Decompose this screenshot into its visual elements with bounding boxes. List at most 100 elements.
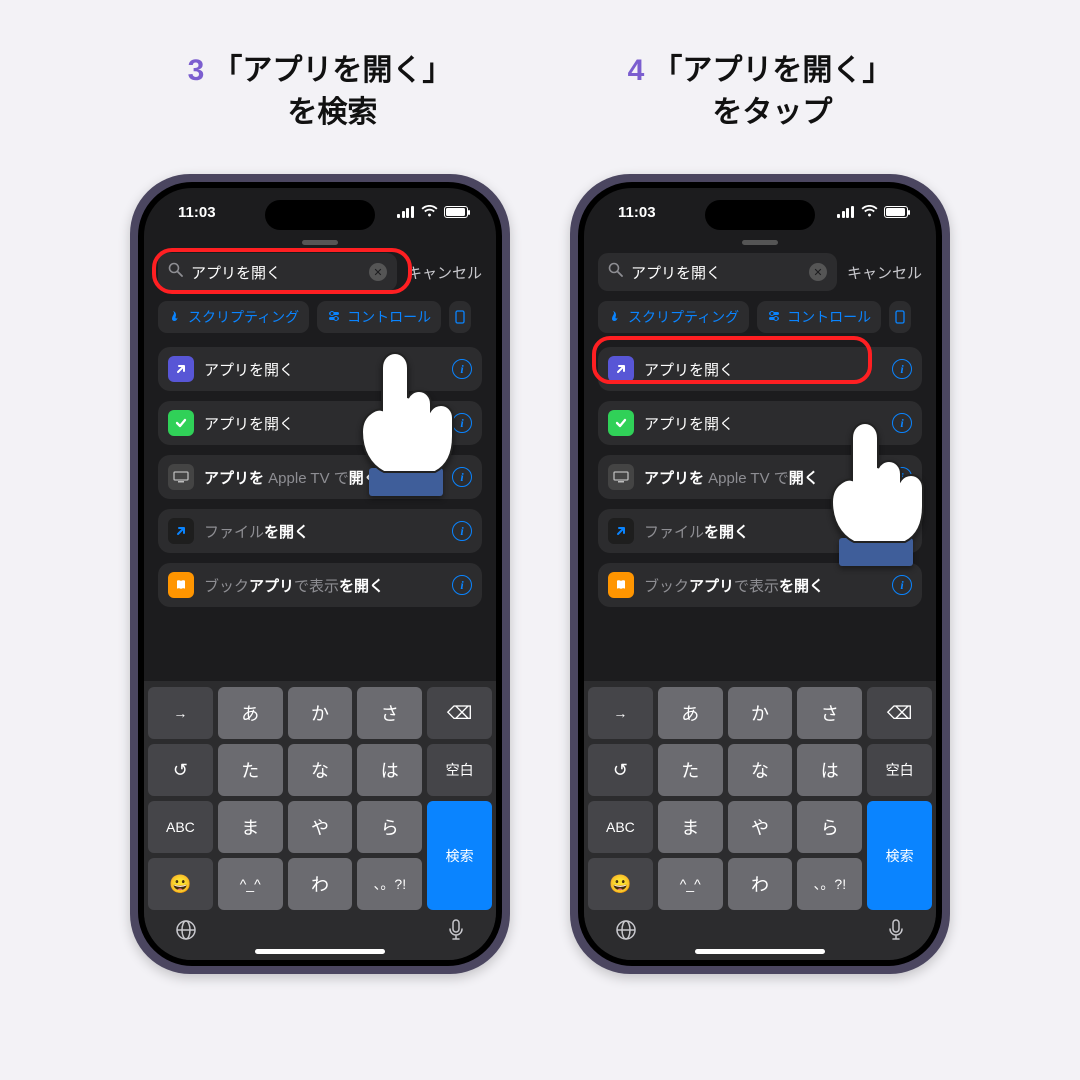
key-kaomoji[interactable]: ^_^	[658, 858, 723, 910]
info-icon[interactable]: i	[892, 521, 912, 541]
info-icon[interactable]: i	[452, 359, 472, 379]
key-sa[interactable]: さ	[797, 687, 862, 739]
key-ra[interactable]: ら	[357, 801, 422, 853]
info-icon[interactable]: i	[452, 413, 472, 433]
status-time: 11:03	[178, 204, 216, 221]
chip-more[interactable]	[889, 301, 911, 333]
result-open-app[interactable]: アプリを開く i	[598, 347, 922, 391]
keyboard: → あ か さ ⌫ ↺ た な は 空白 ABC ま や ら 検索 😀	[144, 681, 496, 960]
status-time: 11:03	[618, 204, 656, 221]
result-appletv[interactable]: アプリを Apple TV で開く i	[598, 455, 922, 499]
key-ta[interactable]: た	[658, 744, 723, 796]
key-a[interactable]: あ	[658, 687, 723, 739]
search-icon	[608, 262, 623, 282]
clear-icon[interactable]: ✕	[809, 263, 827, 281]
results-list: アプリを開く i アプリを開く i アプリを Apple TV で開く	[584, 347, 936, 607]
key-a[interactable]: あ	[218, 687, 283, 739]
search-input[interactable]: アプリを開く ✕	[158, 253, 397, 291]
key-ma[interactable]: ま	[658, 801, 723, 853]
key-abc[interactable]: ABC	[148, 801, 213, 853]
key-space[interactable]: 空白	[427, 744, 492, 796]
info-icon[interactable]: i	[892, 467, 912, 487]
result-books[interactable]: ブックアプリで表示を開く i	[158, 563, 482, 607]
key-ha[interactable]: は	[797, 744, 862, 796]
home-indicator[interactable]	[255, 949, 385, 954]
books-icon	[168, 572, 194, 598]
key-na[interactable]: な	[728, 744, 793, 796]
appletv-icon	[168, 464, 194, 490]
info-icon[interactable]: i	[892, 359, 912, 379]
key-space[interactable]: 空白	[867, 744, 932, 796]
chip-more[interactable]	[449, 301, 471, 333]
search-input[interactable]: アプリを開く ✕	[598, 253, 837, 291]
result-open-file[interactable]: ファイルを開く i	[158, 509, 482, 553]
cancel-button[interactable]: キャンセル	[407, 262, 482, 283]
key-search[interactable]: 検索	[867, 801, 932, 910]
mic-icon[interactable]	[446, 918, 466, 948]
key-ra[interactable]: ら	[797, 801, 862, 853]
phone-frame: 11:03 アプリを開く ✕ キ	[130, 174, 510, 974]
key-abc[interactable]: ABC	[588, 801, 653, 853]
mic-icon[interactable]	[886, 918, 906, 948]
step-number: 3	[188, 50, 205, 92]
chip-label: スクリプティング	[188, 307, 299, 327]
key-ka[interactable]: か	[288, 687, 353, 739]
signal-icon	[837, 206, 855, 218]
chip-label: コントロール	[347, 307, 431, 327]
key-delete[interactable]: ⌫	[867, 687, 932, 739]
caption-line: 「アプリを開く」	[652, 50, 892, 92]
key-ta[interactable]: た	[218, 744, 283, 796]
key-punct[interactable]: 、。?!	[357, 858, 422, 910]
chip-control[interactable]: コントロール	[757, 301, 881, 333]
chip-label: コントロール	[787, 307, 871, 327]
result-open-app-alt[interactable]: アプリを開く i	[598, 401, 922, 445]
clear-icon[interactable]: ✕	[369, 263, 387, 281]
key-delete[interactable]: ⌫	[427, 687, 492, 739]
battery-icon	[444, 206, 468, 218]
globe-icon[interactable]	[614, 918, 638, 948]
chip-control[interactable]: コントロール	[317, 301, 441, 333]
cancel-button[interactable]: キャンセル	[847, 262, 922, 283]
phone-frame: 11:03 アプリを開く ✕ キャンセル	[570, 174, 950, 974]
info-icon[interactable]: i	[892, 575, 912, 595]
key-arrow[interactable]: →	[148, 687, 213, 739]
result-open-app-alt[interactable]: アプリを開く i	[158, 401, 482, 445]
key-emoji[interactable]: 😀	[588, 858, 653, 910]
key-emoji[interactable]: 😀	[148, 858, 213, 910]
key-ya[interactable]: や	[288, 801, 353, 853]
key-kaomoji[interactable]: ^_^	[218, 858, 283, 910]
key-search[interactable]: 検索	[427, 801, 492, 910]
key-punct[interactable]: 、。?!	[797, 858, 862, 910]
open-app-icon	[608, 356, 634, 382]
scripting-icon	[168, 309, 182, 326]
key-ka[interactable]: か	[728, 687, 793, 739]
result-open-app[interactable]: アプリを開く i	[158, 347, 482, 391]
info-icon[interactable]: i	[452, 575, 472, 595]
key-wa[interactable]: わ	[728, 858, 793, 910]
result-appletv[interactable]: アプリを Apple TV で開く i	[158, 455, 482, 499]
home-indicator[interactable]	[695, 949, 825, 954]
row-label: ファイルを開く	[204, 521, 442, 542]
key-undo[interactable]: ↺	[588, 744, 653, 796]
key-sa[interactable]: さ	[357, 687, 422, 739]
chip-scripting[interactable]: スクリプティング	[598, 301, 749, 333]
result-books[interactable]: ブックアプリで表示を開く i	[598, 563, 922, 607]
sheet-grabber[interactable]	[302, 240, 338, 245]
chip-scripting[interactable]: スクリプティング	[158, 301, 309, 333]
key-ma[interactable]: ま	[218, 801, 283, 853]
key-undo[interactable]: ↺	[148, 744, 213, 796]
key-ha[interactable]: は	[357, 744, 422, 796]
dynamic-island	[705, 200, 815, 230]
key-arrow[interactable]: →	[588, 687, 653, 739]
key-na[interactable]: な	[288, 744, 353, 796]
result-open-file[interactable]: ファイルを開く i	[598, 509, 922, 553]
sheet-grabber[interactable]	[742, 240, 778, 245]
key-wa[interactable]: わ	[288, 858, 353, 910]
caption-line: 「アプリを開く」	[212, 50, 452, 92]
key-ya[interactable]: や	[728, 801, 793, 853]
info-icon[interactable]: i	[452, 521, 472, 541]
search-query: アプリを開く	[191, 262, 361, 283]
globe-icon[interactable]	[174, 918, 198, 948]
info-icon[interactable]: i	[892, 413, 912, 433]
info-icon[interactable]: i	[452, 467, 472, 487]
